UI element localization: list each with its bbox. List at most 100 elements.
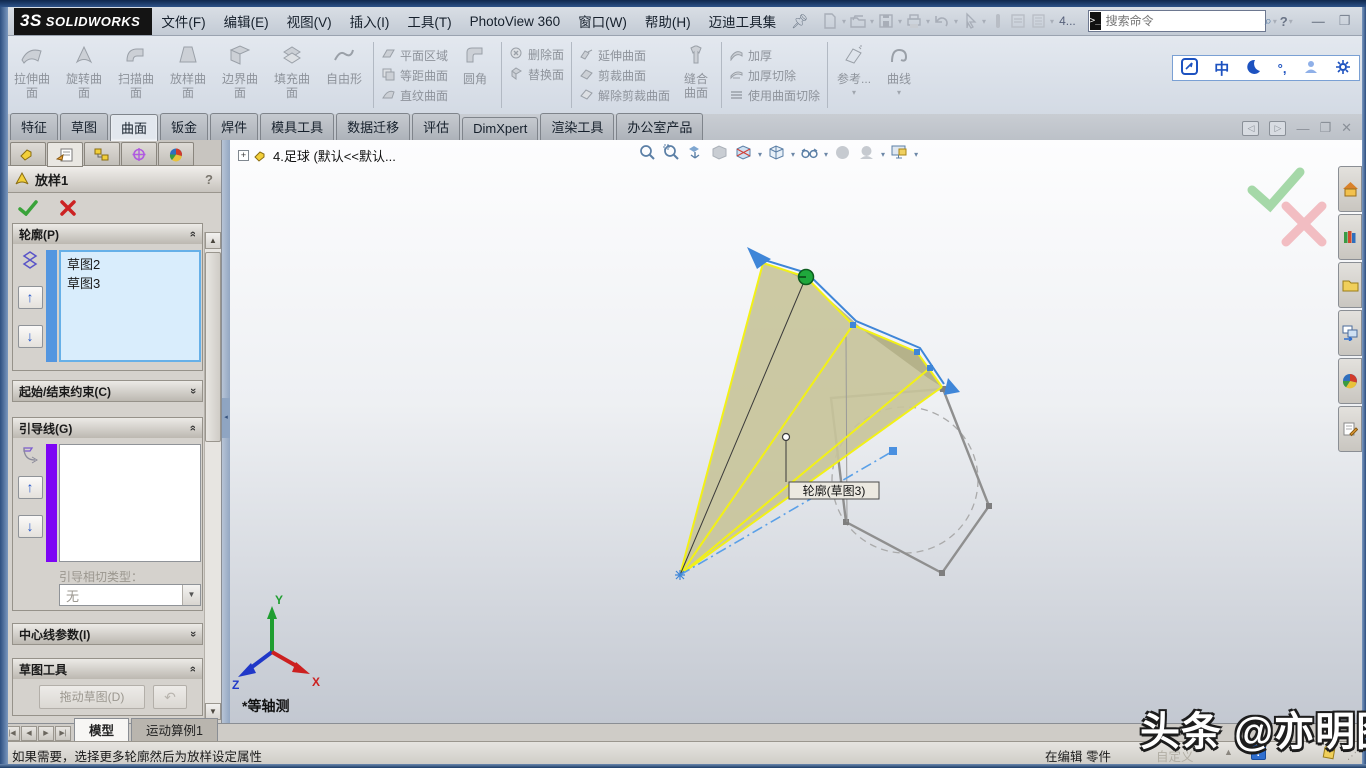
graphics-area[interactable]: + 4.足球 (默认<<默认... ▾ ▾ ▾ ▾ ▾: [230, 140, 1366, 723]
display-manager-tab[interactable]: [158, 142, 194, 166]
menu-photoview[interactable]: PhotoView 360: [461, 10, 570, 33]
extend-surface-button[interactable]: 延伸曲面: [579, 47, 670, 64]
filled-surface-button[interactable]: 填充曲面: [266, 38, 318, 112]
delete-face-button[interactable]: 删除面: [509, 46, 564, 63]
loft-surface[interactable]: [680, 263, 942, 575]
dimxpert-manager-tab[interactable]: [121, 142, 157, 166]
pin-menu-icon[interactable]: 📌︎: [791, 13, 809, 30]
splitter-handle-icon[interactable]: ◂: [222, 398, 230, 438]
menu-edit[interactable]: 编辑(E): [215, 7, 278, 35]
thickened-cut-button[interactable]: 加厚切除: [729, 67, 820, 84]
ime-logo-icon[interactable]: [1181, 58, 1198, 78]
save-icon[interactable]: [877, 12, 895, 30]
undo-icon[interactable]: [933, 12, 951, 30]
feature-manager-tab[interactable]: [10, 142, 46, 166]
centerline-header[interactable]: 中心线参数(I)»: [13, 624, 202, 644]
tab-render-tools[interactable]: 渲染工具: [540, 113, 614, 140]
tab-sketch[interactable]: 草图: [60, 113, 108, 140]
help-icon[interactable]: ?: [1280, 14, 1288, 29]
profile-item[interactable]: 草图3: [67, 273, 193, 292]
tab-mold-tools[interactable]: 模具工具: [260, 113, 334, 140]
panel-splitter[interactable]: ◂: [222, 140, 230, 723]
replace-face-button[interactable]: 替换面: [509, 66, 564, 83]
ime-settings-icon[interactable]: [1335, 59, 1351, 78]
extruded-surface-button[interactable]: 拉伸曲面: [6, 38, 58, 112]
guide-tangency-combo[interactable]: 无 ▼: [59, 584, 201, 606]
model-tab[interactable]: 模型: [74, 718, 129, 741]
print-caret-icon[interactable]: ▾: [926, 17, 930, 26]
new-caret-icon[interactable]: ▾: [842, 17, 846, 26]
guides-listbox[interactable]: [59, 444, 201, 562]
doc-restore-button[interactable]: ❐: [1319, 120, 1331, 136]
move-profile-up-button[interactable]: ↑: [18, 286, 43, 309]
confirm-cancel-corner[interactable]: [1286, 206, 1322, 242]
cancel-button[interactable]: [60, 200, 76, 216]
maximize-button[interactable]: ❒: [1339, 13, 1351, 29]
print-icon[interactable]: [905, 12, 923, 30]
tab-dimxpert[interactable]: DimXpert: [462, 117, 538, 140]
apex-vertex[interactable]: [675, 570, 685, 580]
profiles-header[interactable]: 轮廓(P)»: [13, 224, 202, 244]
doc-close-button[interactable]: ✕: [1341, 120, 1352, 136]
drag-sketch-button[interactable]: 拖动草图(D): [39, 685, 145, 709]
reference-caret-icon[interactable]: ▾: [852, 88, 856, 97]
save-caret-icon[interactable]: ▾: [898, 17, 902, 26]
sketch-tools-header[interactable]: 草图工具»: [13, 659, 202, 679]
motion-study-tab[interactable]: 运动算例1: [131, 718, 218, 741]
lofted-surface-button[interactable]: 放样曲面: [162, 38, 214, 112]
loft-connector-arrow[interactable]: [944, 378, 960, 395]
scroll-thumb[interactable]: [205, 252, 221, 442]
help-caret-icon[interactable]: ▾: [1289, 17, 1293, 26]
model-canvas[interactable]: 轮廓(草图3) Y Z X: [230, 140, 1366, 723]
profile-callout[interactable]: 轮廓(草图3): [789, 482, 879, 499]
collapse-pane-right-icon[interactable]: ▷: [1269, 121, 1286, 136]
callout-anchor[interactable]: [783, 434, 790, 441]
list-caret-icon[interactable]: ▾: [1050, 17, 1054, 26]
knit-surface-button[interactable]: 缝合曲面: [674, 38, 718, 112]
select-caret-icon[interactable]: ▾: [982, 17, 986, 26]
ime-user-icon[interactable]: [1303, 59, 1319, 78]
ime-punctuation-icon[interactable]: °,: [1278, 61, 1287, 76]
search-caret-icon[interactable]: ▾: [1273, 17, 1277, 26]
tab-weldments[interactable]: 焊件: [210, 113, 258, 140]
ime-moon-icon[interactable]: [1245, 59, 1261, 78]
menu-help[interactable]: 帮助(H): [636, 7, 700, 35]
tab-surfaces[interactable]: 曲面: [110, 114, 158, 141]
undo-caret-icon[interactable]: ▾: [954, 17, 958, 26]
ruled-surface-button[interactable]: 直纹曲面: [381, 87, 448, 104]
tab-sheet-metal[interactable]: 钣金: [160, 113, 208, 140]
pm-scrollbar[interactable]: ▲ ▼: [204, 232, 221, 720]
search-magnifier-icon[interactable]: ⌕: [1265, 13, 1272, 29]
magnet-icon[interactable]: [989, 12, 1007, 30]
ime-language-toggle[interactable]: 中: [1214, 58, 1229, 79]
file-explorer-button[interactable]: [1338, 262, 1362, 308]
thicken-button[interactable]: 加厚: [729, 47, 820, 64]
collapse-pane-left-icon[interactable]: ◁: [1242, 121, 1259, 136]
boundary-surface-button[interactable]: 边界曲面: [214, 38, 266, 112]
trim-surface-button[interactable]: 剪裁曲面: [579, 67, 670, 84]
tab-features[interactable]: 特征: [10, 113, 58, 140]
minimize-button[interactable]: —: [1312, 14, 1325, 29]
select-cursor-icon[interactable]: [961, 12, 979, 30]
untrim-surface-button[interactable]: 解除剪裁曲面: [579, 87, 670, 104]
start-end-header[interactable]: 起始/结束约束(C)»: [13, 381, 202, 401]
search-scope-icon[interactable]: >_: [1090, 12, 1101, 30]
curves-caret-icon[interactable]: ▾: [897, 88, 901, 97]
pm-help-icon[interactable]: ?: [205, 172, 213, 187]
reference-geometry-button[interactable]: 参考...▾: [831, 38, 877, 112]
profiles-listbox[interactable]: 草图2 草图3: [59, 250, 201, 362]
revolved-surface-button[interactable]: 旋转曲面: [58, 38, 110, 112]
task-list-icon[interactable]: [1029, 12, 1047, 30]
open-document-icon[interactable]: [849, 12, 867, 30]
menu-tools[interactable]: 工具(T): [398, 7, 460, 35]
menu-window[interactable]: 窗口(W): [569, 7, 636, 35]
recent-doc-short[interactable]: 4...: [1059, 14, 1076, 28]
search-input[interactable]: [1102, 14, 1265, 28]
profile-item[interactable]: 草图2: [67, 254, 193, 273]
planar-surface-button[interactable]: 平面区域: [381, 47, 448, 64]
menu-view[interactable]: 视图(V): [278, 7, 341, 35]
centerline-endpoint[interactable]: [889, 447, 897, 455]
configuration-manager-tab[interactable]: [84, 142, 120, 166]
view-palette-button[interactable]: [1338, 310, 1362, 356]
doc-minimize-button[interactable]: —: [1296, 121, 1309, 136]
